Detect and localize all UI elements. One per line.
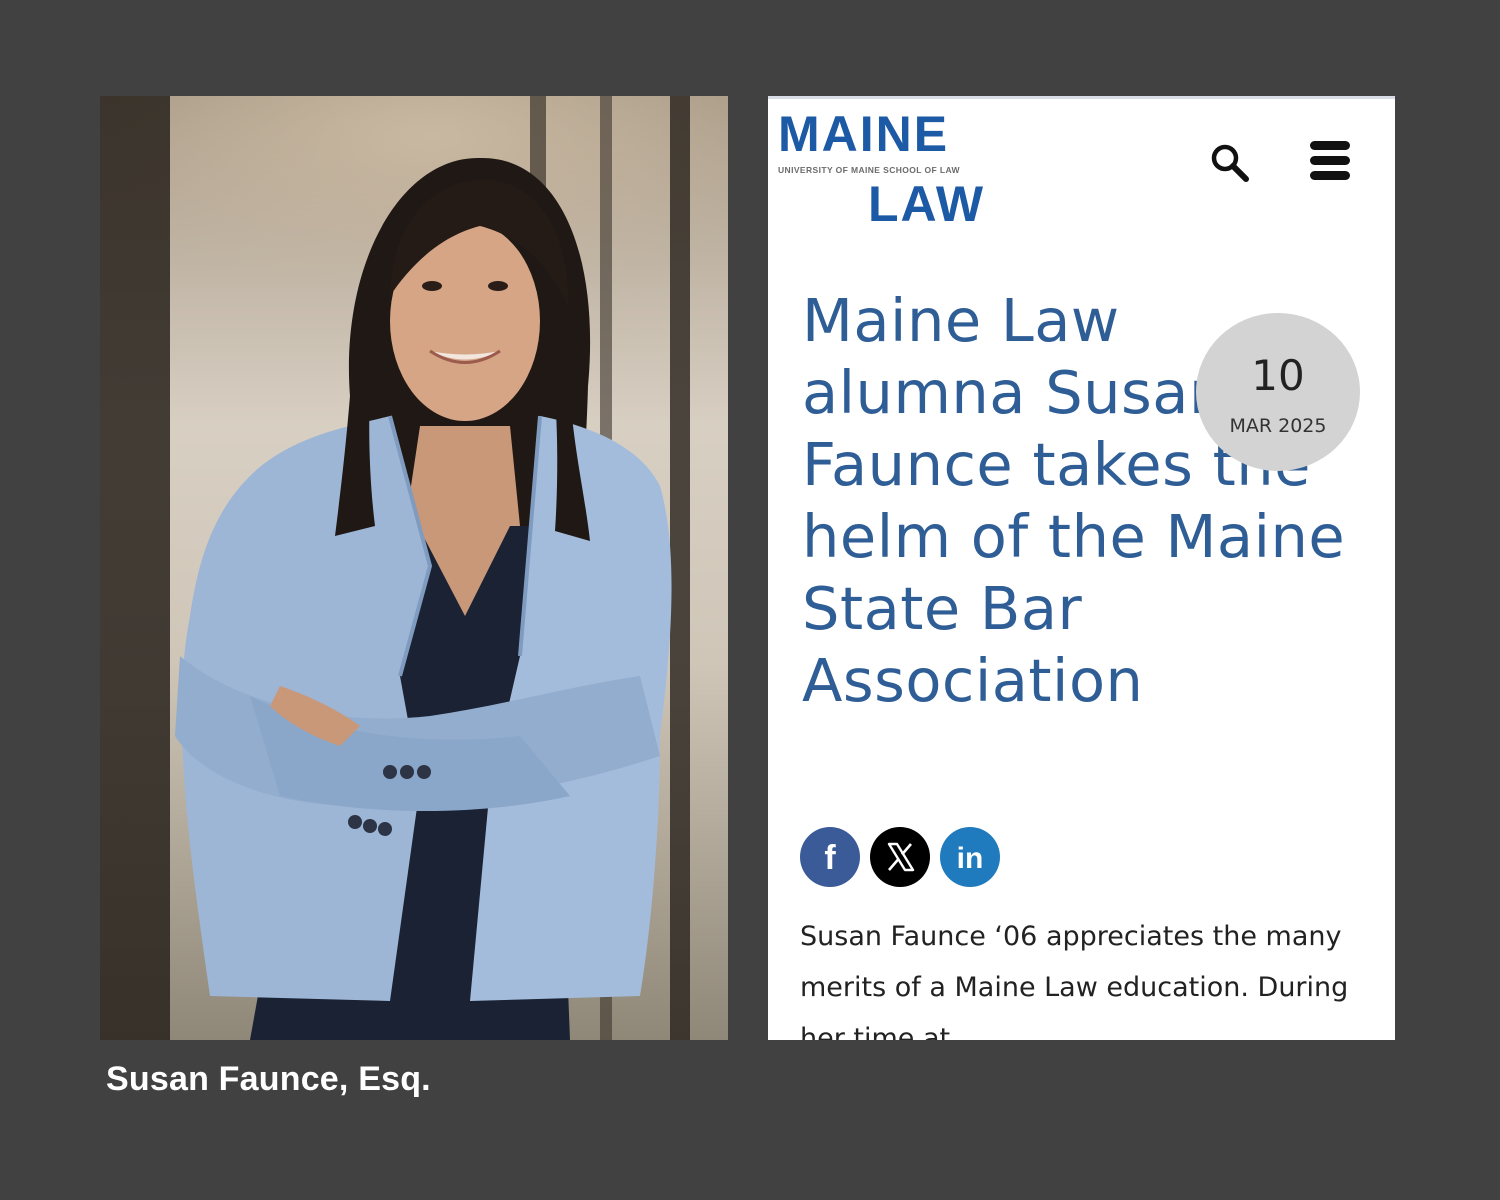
linkedin-glyph: in [957, 842, 984, 875]
hamburger-menu-icon [1310, 141, 1350, 180]
date-day: 10 [1251, 351, 1305, 400]
linkedin-icon: in [957, 842, 984, 875]
menu-button[interactable] [1308, 139, 1352, 183]
date-month-year: MAR 2025 [1229, 415, 1327, 437]
share-linkedin-button[interactable]: in [940, 827, 1000, 887]
maine-law-logo[interactable]: MAINE UNIVERSITY OF MAINE SCHOOL OF LAW … [778, 106, 1013, 229]
share-x-button[interactable] [870, 827, 930, 887]
article-body: Susan Faunce ‘06 appreciates the many me… [800, 921, 1349, 1040]
logo-subtitle: UNIVERSITY OF MAINE SCHOOL OF LAW [778, 165, 960, 175]
article-screenshot: MAINE UNIVERSITY OF MAINE SCHOOL OF LAW … [768, 96, 1395, 1040]
facebook-icon: f [824, 839, 836, 877]
portrait-photo [100, 96, 728, 1040]
search-icon [1211, 144, 1249, 182]
logo-word-maine: MAINE [778, 106, 950, 162]
search-button[interactable] [1208, 141, 1252, 185]
portrait-illustration [175, 157, 672, 1040]
logo-word-law: LAW [868, 176, 986, 232]
photo-caption: Susan Faunce, Esq. [106, 1060, 431, 1098]
date-badge: 10 MAR 2025 [1196, 313, 1360, 471]
share-facebook-button[interactable]: f [800, 827, 860, 887]
x-icon [887, 842, 915, 872]
facebook-glyph: f [824, 839, 836, 877]
